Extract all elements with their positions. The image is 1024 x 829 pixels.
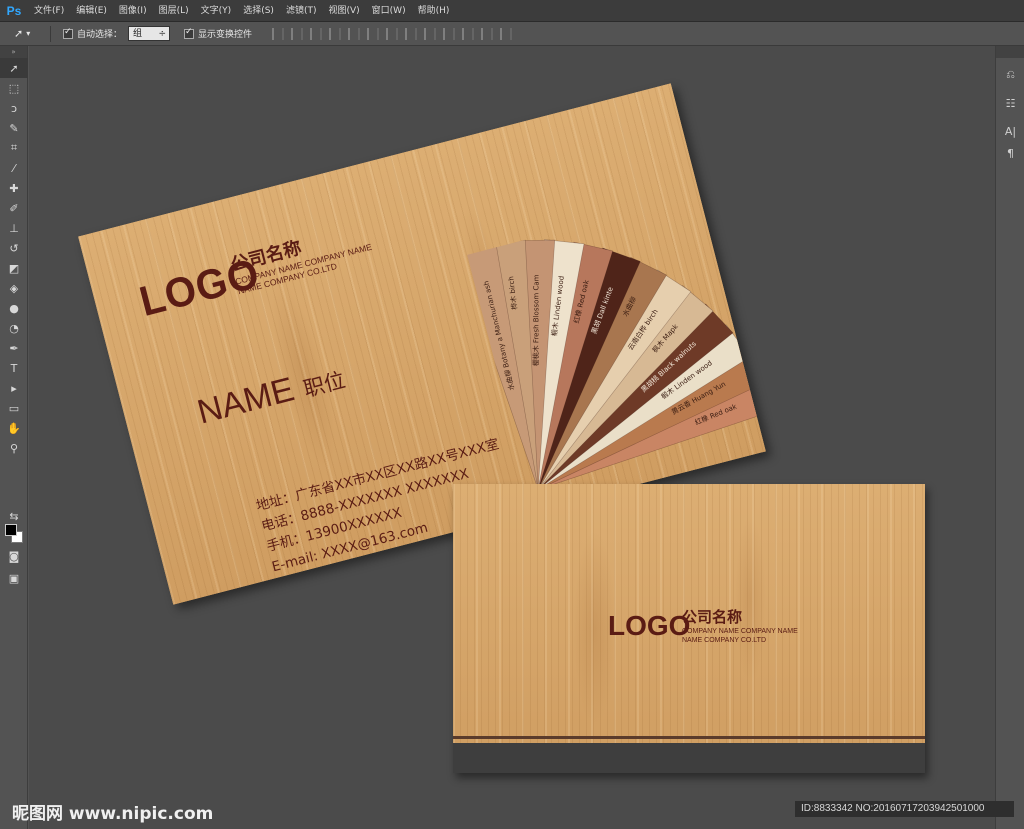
menu-file[interactable]: 文件(F) — [28, 0, 70, 22]
quick-select-tool-icon[interactable]: ✎ — [0, 118, 28, 138]
name-line: NAME 职位 — [193, 357, 348, 432]
auto-select-label: 自动选择： — [77, 30, 123, 40]
character-panel-icon[interactable]: A| — [996, 120, 1024, 142]
align-left-icon[interactable] — [329, 27, 342, 40]
watermark-id: ID:8833342 NO:20160717203942501000 — [795, 801, 1014, 817]
auto-select-checkbox[interactable] — [63, 27, 73, 39]
swap-colors-icon[interactable]: ⇆ — [0, 506, 28, 526]
right-panel-dock: ⎌ ☷ A| ¶ — [995, 46, 1024, 829]
move-icon: ➚ — [14, 27, 24, 40]
align-top-icon[interactable] — [272, 27, 285, 40]
business-card-back: LOGO 公司名称 COMPANY NAME COMPANY NAME NAME… — [453, 484, 925, 773]
wood-swatch-label: 樱桃木 Fresh Blossom Cam — [531, 274, 540, 366]
healing-brush-tool-icon[interactable]: ✚ — [0, 178, 28, 198]
distribute-hcenter-icon[interactable] — [462, 27, 475, 40]
tools-panel: » ➚ ⬚ ↄ ✎ ⌗ ⁄ ✚ ✐ ⊥ ↺ ◩ ◈ ● ◔ ✒ T ▸ ▭ ✋ … — [0, 46, 28, 829]
menu-type[interactable]: 文字(Y) — [195, 0, 238, 22]
card-back-company-en-2: NAME COMPANY CO.LTD — [682, 637, 767, 644]
align-bottom-icon[interactable] — [310, 27, 323, 40]
show-transform-checkbox[interactable] — [184, 27, 195, 39]
watermark-site: 昵图网 www.nipic.com — [12, 804, 214, 824]
properties-panel-icon[interactable]: ☷ — [996, 92, 1024, 114]
card-back-company-block: 公司名称 COMPANY NAME COMPANY NAME NAME COMP… — [682, 606, 798, 645]
align-buttons — [272, 27, 515, 40]
paint-bucket-tool-icon[interactable]: ◈ — [0, 278, 28, 298]
eyedropper-tool-icon[interactable]: ⁄ — [0, 158, 28, 178]
align-right-icon[interactable] — [367, 27, 380, 40]
marquee-tool-icon[interactable]: ⬚ — [0, 78, 28, 98]
auto-select-dropdown[interactable]: 组 — [128, 26, 171, 42]
app-logo[interactable]: Ps — [0, 0, 28, 22]
history-panel-icon[interactable]: ⎌ — [996, 64, 1024, 86]
options-bar: ➚▾ 自动选择： 组 显示变换控件 — [0, 22, 1024, 46]
card-back-footer-band — [453, 743, 925, 773]
align-vcenter-icon[interactable] — [291, 27, 304, 40]
menu-layer[interactable]: 图层(L) — [153, 0, 195, 22]
blur-tool-icon[interactable]: ● — [0, 298, 28, 318]
path-select-tool-icon[interactable]: ▸ — [0, 378, 28, 398]
menu-view[interactable]: 视图(V) — [322, 0, 365, 22]
distribute-top-icon[interactable] — [386, 27, 399, 40]
paragraph-panel-icon[interactable]: ¶ — [996, 142, 1024, 164]
menu-filter[interactable]: 滤镜(T) — [280, 0, 323, 22]
chevron-down-icon: ▾ — [26, 29, 31, 38]
distribute-left-icon[interactable] — [443, 27, 456, 40]
wood-sample-fan: 红橡 Red oak黄云香 Huang Yun椴木 Linden wood黑胡桃… — [467, 239, 766, 490]
menu-edit[interactable]: 编辑(E) — [70, 0, 113, 22]
menu-window[interactable]: 窗口(W) — [366, 0, 412, 22]
type-tool-icon[interactable]: T — [0, 358, 28, 378]
align-hcenter-icon[interactable] — [348, 27, 361, 40]
distribute-right-icon[interactable] — [481, 27, 494, 40]
person-position: 职位 — [300, 367, 348, 402]
auto-align-icon[interactable] — [500, 27, 513, 40]
eraser-tool-icon[interactable]: ◩ — [0, 258, 28, 278]
foreground-color-swatch[interactable] — [5, 524, 17, 536]
menu-help[interactable]: 帮助(H) — [412, 0, 456, 22]
quick-mask-icon[interactable]: ◙ — [0, 546, 28, 566]
panel-grip[interactable] — [996, 46, 1024, 58]
screen-mode-icon[interactable]: ▣ — [0, 568, 28, 588]
history-brush-tool-icon[interactable]: ↺ — [0, 238, 28, 258]
crop-tool-icon[interactable]: ⌗ — [0, 138, 28, 158]
zoom-tool-icon[interactable]: ⚲ — [0, 438, 28, 458]
distribute-vcenter-icon[interactable] — [405, 27, 418, 40]
brush-tool-icon[interactable]: ✐ — [0, 198, 28, 218]
dodge-tool-icon[interactable]: ◔ — [0, 318, 28, 338]
card-back-company-cn: 公司名称 — [682, 608, 743, 626]
menu-image[interactable]: 图像(I) — [113, 0, 153, 22]
lasso-tool-icon[interactable]: ↄ — [0, 98, 28, 118]
menu-select[interactable]: 选择(S) — [237, 0, 280, 22]
card-back-logo: LOGO — [608, 610, 691, 641]
hand-tool-icon[interactable]: ✋ — [0, 418, 28, 438]
distribute-bottom-icon[interactable] — [424, 27, 437, 40]
pen-tool-icon[interactable]: ✒ — [0, 338, 28, 358]
card-back-company-en-1: COMPANY NAME COMPANY NAME — [682, 628, 798, 635]
shape-tool-icon[interactable]: ▭ — [0, 398, 28, 418]
menu-bar: Ps 文件(F) 编辑(E) 图像(I) 图层(L) 文字(Y) 选择(S) 滤… — [0, 0, 1024, 22]
clone-stamp-tool-icon[interactable]: ⊥ — [0, 218, 28, 238]
separator — [50, 25, 51, 42]
move-tool-preset[interactable]: ➚ ▾ — [14, 25, 44, 43]
show-transform-label: 显示变换控件 — [198, 30, 253, 40]
document-canvas[interactable]: LOGO 公司名称 COMPANY NAME COMPANY NAME NAME… — [29, 46, 995, 829]
person-name: NAME — [193, 370, 299, 432]
move-tool-icon[interactable]: ➚ — [0, 58, 28, 78]
panel-grip[interactable]: » — [0, 46, 27, 58]
company-name-block: 公司名称 COMPANY NAME COMPANY NAME NAME COMP… — [228, 217, 376, 297]
card-back-stripe — [453, 736, 925, 739]
